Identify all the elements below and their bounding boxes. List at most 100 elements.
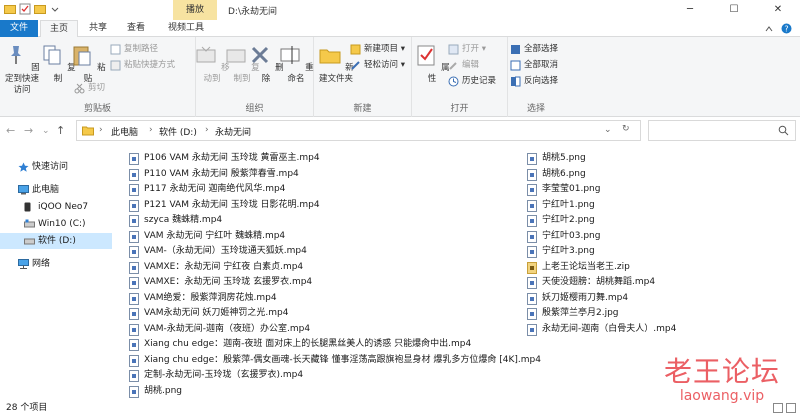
file-item[interactable]: 妖刀姬樱雨刀舞.mp4 xyxy=(527,291,628,306)
up-arrow-icon[interactable]: ↑ xyxy=(56,124,65,137)
chevron-up-icon[interactable] xyxy=(764,24,774,34)
file-item[interactable]: 李莹莹01.png xyxy=(527,182,600,197)
file-name: 永劫无间-迦南（白骨夫人）.mp4 xyxy=(542,323,677,334)
file-name: 宁红叶1.png xyxy=(542,199,595,210)
history-button[interactable]: 历史记录 xyxy=(448,75,496,88)
file-item[interactable]: VAM永劫无间 妖刀姬神罚之光.mp4 xyxy=(129,306,288,321)
nav-win10-c[interactable]: Win10 (C:) xyxy=(0,216,112,232)
video-file-icon xyxy=(527,292,537,305)
file-item[interactable]: Xiang chu edge：迦南-夜班 面对床上的长腿黑丝美人的诱惑 只能爆肏… xyxy=(129,337,471,352)
file-item[interactable]: 胡桃6.png xyxy=(527,167,586,182)
open-button[interactable]: 打开 ▾ xyxy=(448,43,486,56)
select-group: 全部选择 全部取消 反向选择 选择 xyxy=(508,37,564,117)
file-item[interactable]: szyca 魏蛛精.mp4 xyxy=(129,213,222,228)
rename-button[interactable]: 重命名 xyxy=(276,43,316,85)
tab-view[interactable]: 查看 xyxy=(118,20,154,37)
address-bar[interactable]: › 此电脑 › 软件 (D:) › 永劫无间 ⌄ ↻ xyxy=(76,120,641,141)
new-group: 新建文件夹 新建项目 ▾ 轻松访问 ▾ 新建 xyxy=(314,37,412,117)
file-item[interactable]: VAM-（永劫无间）玉玲珑通天狐妖.mp4 xyxy=(129,244,307,259)
refresh-icon[interactable]: ↻ xyxy=(622,124,630,134)
maximize-button[interactable]: ☐ xyxy=(712,0,756,20)
nav-iqoo-neo7[interactable]: iQOO Neo7 xyxy=(0,199,112,215)
file-item[interactable]: 定制-永劫无间-玉玲珑（玄援罗衣).mp4 xyxy=(129,368,303,383)
context-tab-play[interactable]: 播放 xyxy=(173,0,217,20)
move-to-icon xyxy=(196,46,216,63)
minimize-button[interactable]: ─ xyxy=(668,0,712,20)
nav-drive-d[interactable]: 软件 (D:) xyxy=(0,233,112,249)
folder-icon[interactable] xyxy=(4,3,16,15)
pin-label: 固定到快速访问 xyxy=(4,63,40,95)
search-icon[interactable] xyxy=(778,125,789,136)
scissors-icon xyxy=(74,83,85,94)
tab-video-tools[interactable]: 视频工具 xyxy=(158,20,214,37)
new-group-label: 新建 xyxy=(353,104,372,114)
tab-share[interactable]: 共享 xyxy=(80,20,116,37)
pane-divider[interactable] xyxy=(120,150,121,400)
select-none-icon xyxy=(510,60,521,71)
paste-button[interactable]: 粘贴 xyxy=(68,43,108,85)
chevron-down-icon[interactable]: ⌄ xyxy=(604,125,612,135)
file-item[interactable]: P110 VAM 永劫无间 殷紫萍春雪.mp4 xyxy=(129,167,299,182)
new-item-button[interactable]: 新建项目 ▾ xyxy=(350,43,405,56)
svg-text:?: ? xyxy=(784,25,788,34)
paste-shortcut-button[interactable]: 粘贴快捷方式 xyxy=(110,59,175,72)
breadcrumb-this-pc[interactable]: 此电脑 xyxy=(111,125,138,138)
help-icon[interactable]: ? xyxy=(781,23,792,34)
image-file-icon xyxy=(527,153,537,165)
properties-check-icon[interactable] xyxy=(19,3,31,15)
copy-icon xyxy=(43,45,61,65)
image-file-icon xyxy=(527,230,537,243)
file-item[interactable]: VAMXE：永劫无间 玉玲珑 玄援罗衣.mp4 xyxy=(129,275,312,290)
file-item[interactable]: VAM 永劫无间 宁红叶 魏蛛精.mp4 xyxy=(129,229,285,244)
file-item[interactable]: VAM绝爱：殷紫萍洞房花烛.mp4 xyxy=(129,291,277,306)
file-item[interactable]: 殷紫萍兰亭月2.jpg xyxy=(527,306,619,321)
history-label: 历史记录 xyxy=(462,76,497,86)
file-item[interactable]: P117 永劫无间 迦南绝代风华.mp4 xyxy=(129,182,285,197)
recent-chevron-icon[interactable]: ⌄ xyxy=(42,126,50,136)
edit-button[interactable]: 编辑 xyxy=(448,59,479,72)
select-none-button[interactable]: 全部取消 xyxy=(510,59,558,72)
file-item[interactable]: 天使没翅膀：胡桃舞蹈.mp4 xyxy=(527,275,655,290)
video-file-icon xyxy=(527,277,537,289)
tab-home[interactable]: 主页 xyxy=(40,20,78,38)
file-item[interactable]: 上老王论坛当老王.zip xyxy=(527,260,630,275)
invert-selection-button[interactable]: 反向选择 xyxy=(510,75,558,88)
properties-button[interactable]: 属性 xyxy=(412,43,452,85)
video-file-icon xyxy=(129,230,139,243)
file-item[interactable]: P106 VAM 永劫无间 玉玲珑 黄雷巫主.mp4 xyxy=(129,151,320,166)
file-item[interactable]: 宁红叶03.png xyxy=(527,229,600,244)
forward-arrow-icon[interactable]: → xyxy=(24,124,33,137)
tab-file[interactable]: 文件 xyxy=(0,20,38,37)
new-folder-icon[interactable] xyxy=(34,3,46,15)
chevron-down-icon[interactable] xyxy=(49,3,61,15)
select-all-button[interactable]: 全部选择 xyxy=(510,43,558,56)
close-button[interactable]: ✕ xyxy=(756,0,800,20)
file-item[interactable]: 胡桃5.png xyxy=(527,151,586,166)
file-item[interactable]: VAMXE：永劫无间 宁红夜 白素贞.mp4 xyxy=(129,260,303,275)
file-item[interactable]: Xiang chu edge：殷紫萍-偶女画魂-长天藏锋 懂事淫荡高跟旗袍显身材… xyxy=(129,353,541,368)
back-arrow-icon[interactable]: ← xyxy=(6,124,15,137)
file-item[interactable]: 永劫无间-迦南（白骨夫人）.mp4 xyxy=(527,322,676,337)
file-item[interactable]: P121 VAM 永劫无间 玉玲珑 日影花明.mp4 xyxy=(129,198,320,213)
delete-x-icon xyxy=(252,46,269,64)
select-all-label: 全部选择 xyxy=(524,44,559,54)
nav-this-pc[interactable]: 此电脑 xyxy=(0,182,112,198)
nav-network[interactable]: 网络 xyxy=(0,256,112,272)
search-box[interactable] xyxy=(648,120,796,141)
file-name: 宁红叶03.png xyxy=(542,230,601,241)
drive-icon xyxy=(24,219,35,228)
pin-quick-access-button[interactable]: 固定到快速访问 xyxy=(2,43,42,96)
file-item[interactable]: 宁红叶3.png xyxy=(527,244,595,259)
breadcrumb-current-folder[interactable]: 永劫无间 xyxy=(215,125,251,138)
easy-access-button[interactable]: 轻松访问 ▾ xyxy=(350,59,405,72)
search-input[interactable] xyxy=(653,124,773,137)
file-item[interactable]: VAM-永劫无间-迦南（夜班）办公室.mp4 xyxy=(129,322,310,337)
file-item[interactable]: 宁红叶1.png xyxy=(527,198,595,213)
image-file-icon xyxy=(527,168,537,181)
copy-path-button[interactable]: 复制路径 xyxy=(110,43,158,56)
nav-quick-access[interactable]: 快速访问 xyxy=(0,159,112,175)
cut-button[interactable]: 剪切 xyxy=(74,82,105,95)
file-item[interactable]: 宁红叶2.png xyxy=(527,213,595,228)
file-item[interactable]: 胡桃.png xyxy=(129,384,182,399)
breadcrumb-drive-d[interactable]: 软件 (D:) xyxy=(159,125,197,138)
